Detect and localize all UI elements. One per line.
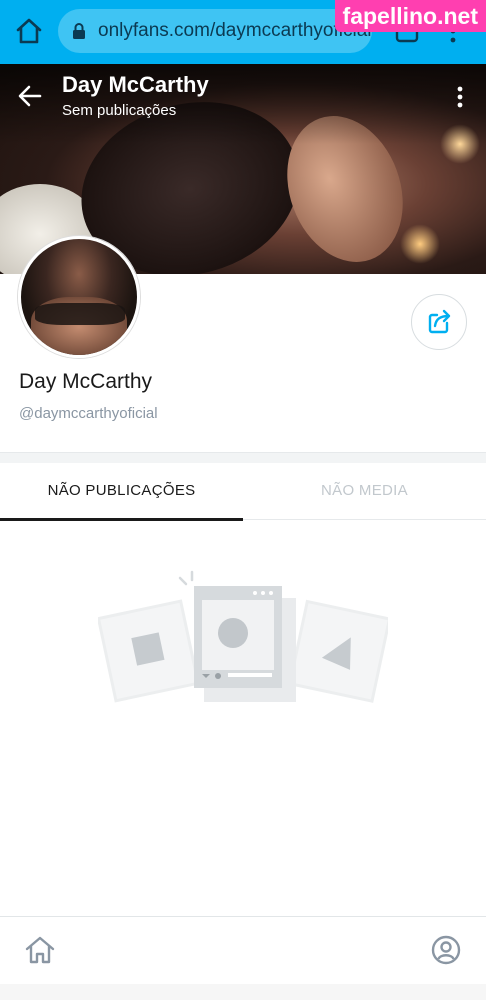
- empty-media-illustration: [98, 570, 388, 703]
- home-icon[interactable]: [24, 934, 56, 966]
- avatar[interactable]: [18, 236, 140, 358]
- profile-icon[interactable]: [430, 934, 462, 966]
- system-bar: [0, 984, 486, 1000]
- tab-posts[interactable]: NÃO PUBLICAÇÕES: [0, 462, 243, 521]
- watermark: fapellino.net: [334, 0, 486, 32]
- share-icon: [428, 309, 451, 334]
- lock-icon: [73, 23, 85, 39]
- share-button[interactable]: [411, 294, 467, 350]
- back-arrow-icon[interactable]: [16, 82, 44, 110]
- header-title: Day McCarthy: [62, 72, 209, 97]
- tab-media[interactable]: NÃO MEDIA: [243, 462, 486, 520]
- address-bar[interactable]: onlyfans.com/daymccarthyoficial: [58, 9, 372, 53]
- url-text: onlyfans.com/daymccarthyoficial: [98, 20, 372, 41]
- bottom-nav: [0, 916, 486, 985]
- more-options-icon[interactable]: [453, 84, 467, 110]
- header-subtitle: Sem publicações: [62, 102, 177, 119]
- profile-handle: @daymccarthyoficial: [19, 405, 158, 422]
- profile-name: Day McCarthy: [19, 370, 153, 393]
- browser-home-icon[interactable]: [14, 16, 44, 46]
